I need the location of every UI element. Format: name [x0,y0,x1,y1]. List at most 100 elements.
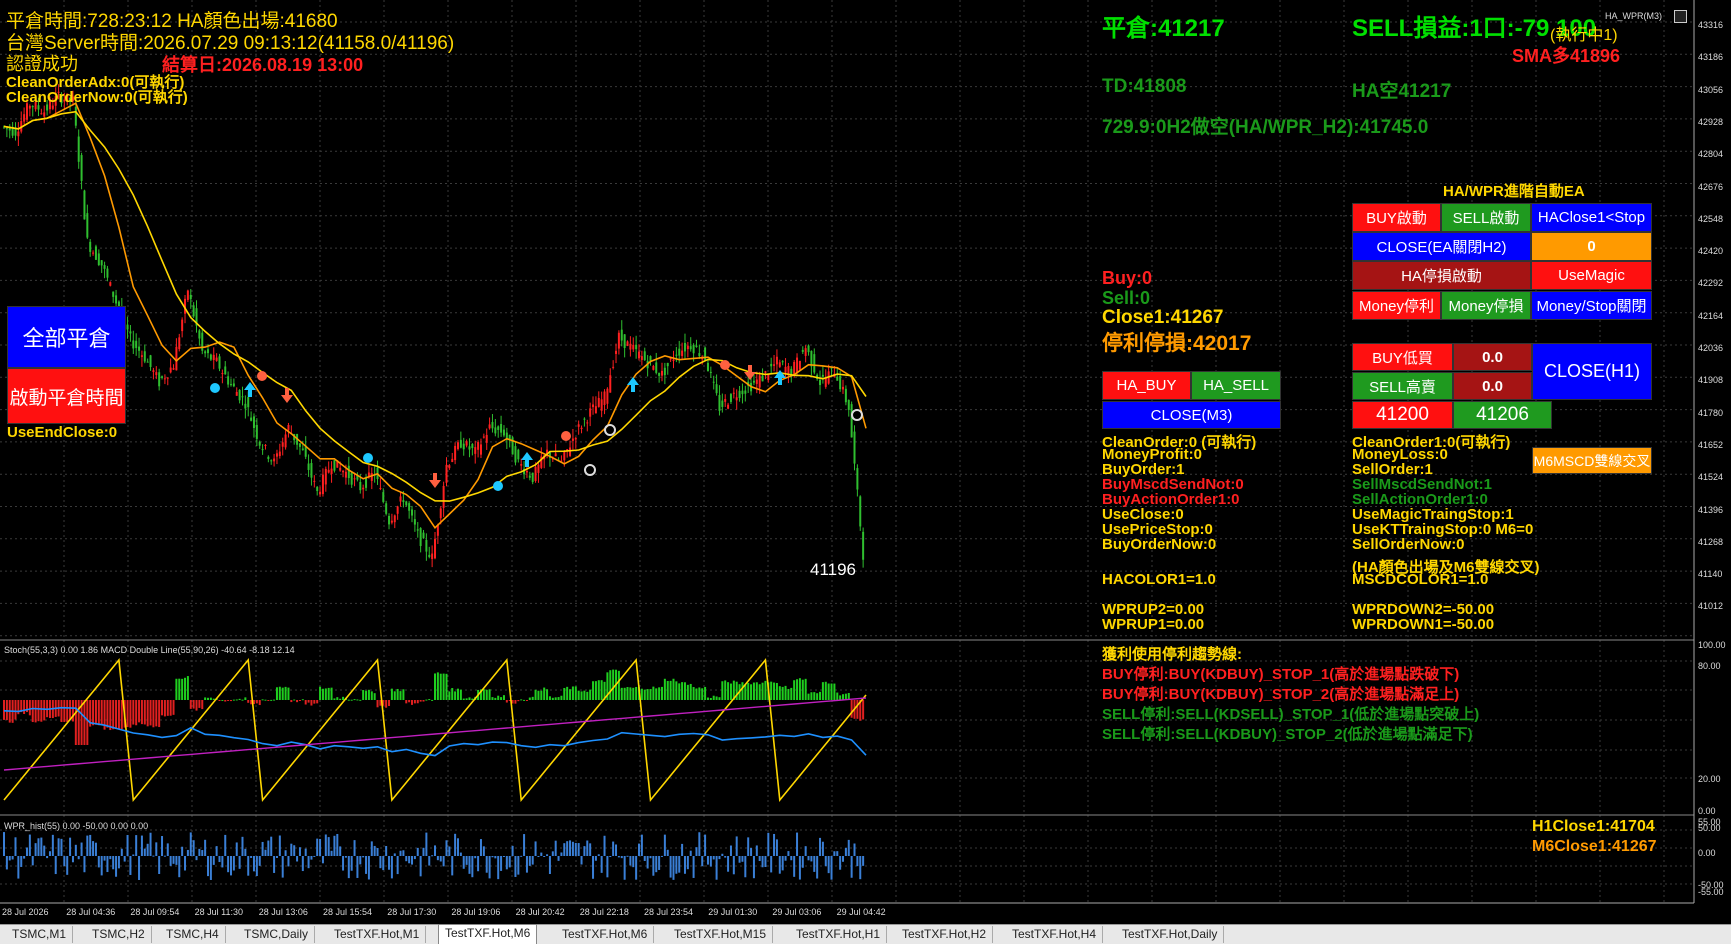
macd-histogram-bar [74,700,77,745]
chart-tab[interactable]: TSMC,Daily [238,926,316,943]
macd-histogram-bar [273,699,276,701]
macd-histogram-bar [517,700,520,702]
wpr-histogram-bar [34,843,37,856]
wpr-histogram-bar [709,856,712,867]
chart-tab[interactable]: TSMC,H4 [160,926,226,943]
wpr-histogram-bar [132,854,135,856]
close-h1-button[interactable]: CLOSE(H1) [1532,343,1652,400]
close-all-button[interactable]: 全部平倉 [7,306,126,368]
price-candle [77,136,80,162]
chart-tab[interactable]: TestTXF.Hot,M1 [328,926,427,943]
ea-zero-value[interactable]: 0 [1531,232,1652,261]
price-b-value[interactable]: 41206 [1453,401,1552,429]
sell-start-button[interactable]: SELL啟動 [1441,203,1531,232]
money-stop-close-button[interactable]: Money/Stop關閉 [1531,291,1652,320]
price-candle [658,372,661,376]
macd-histogram-bar [422,700,425,702]
wpr-histogram-bar [184,856,187,871]
wpr-histogram-bar [321,856,324,864]
wpr-histogram-bar [543,856,546,857]
macd-histogram-bar [459,689,462,700]
price-candle [715,384,718,394]
price-candle [632,344,635,350]
macd-histogram-bar [770,681,773,700]
ha-sell-button[interactable]: HA_SELL [1191,371,1281,400]
price-candle [589,408,592,417]
macd-histogram-bar [525,700,528,701]
wpr-histogram-bar [609,856,612,857]
buy-low-button[interactable]: BUY低買 [1352,343,1453,371]
chart-tab[interactable]: TestTXF.Hot,M6 [556,926,655,943]
price-candle [853,431,856,464]
macd-histogram-bar [494,697,497,700]
wpr-histogram-bar [247,856,250,876]
wpr-histogram-bar [658,856,661,870]
ha-stop-start-button[interactable]: HA停損啟動 [1352,261,1531,290]
close-m3-button[interactable]: CLOSE(M3) [1102,401,1281,429]
wpr-histogram-bar [399,850,402,856]
chart-tab[interactable]: TestTXF.Hot,Daily [1116,926,1225,943]
price-a-value[interactable]: 41200 [1352,401,1453,429]
wpr-histogram-bar [51,834,54,856]
price-candle [135,340,138,348]
price-candle [422,532,425,539]
buy-arrow-icon [521,452,533,467]
wpr-histogram-bar [431,855,434,857]
wpr-histogram-bar [261,841,264,856]
macd-histogram-bar [537,690,540,700]
ha-buy-button[interactable]: HA_BUY [1102,371,1191,400]
chart-tab[interactable]: TestTXF.Hot,H1 [790,926,888,943]
price-candle [666,362,669,367]
macd-histogram-bar [115,700,118,729]
buy-start-button[interactable]: BUY啟動 [1352,203,1441,232]
chart-tab[interactable]: TestTXF.Hot,H2 [896,926,994,943]
price-candle [396,506,399,514]
wpr-axis-tick: 50.00 [1698,823,1721,833]
sell-high-value[interactable]: 0.0 [1453,372,1532,400]
macd-histogram-bar [781,686,784,700]
price-candle [103,265,106,269]
macd-histogram-bar [43,700,46,721]
wpr-histogram-bar [94,842,97,856]
wpr-histogram-bar [810,856,813,862]
m6close-label: M6Close1:41267 [1532,838,1657,855]
chart-tab[interactable]: TSMC,M1 [6,926,73,943]
price-candle [606,388,609,404]
macd-histogram-bar [729,683,732,700]
wpr-histogram-bar [738,856,741,863]
wpr-histogram-bar [86,835,89,856]
m6-cross-button[interactable]: M6MSCD雙線交叉 [1532,447,1652,474]
price-candle [287,424,290,431]
close-ea-button[interactable]: CLOSE(EA關閉H2) [1352,232,1531,261]
price-candle [413,519,416,525]
chart-restore-icon[interactable] [1674,10,1687,23]
chart-tab[interactable]: TestTXF.Hot,M15 [668,926,774,943]
chart-canvas[interactable] [0,0,1731,924]
macd-histogram-bar [448,691,451,700]
money-stop-button[interactable]: Money停損 [1441,291,1531,320]
chart-tab[interactable]: TestTXF.Hot,M6 [438,924,538,944]
wpr-histogram-bar [683,856,686,874]
wpr-histogram-bar [778,856,781,874]
sell-high-button[interactable]: SELL高賣 [1352,372,1453,400]
start-close-time-button[interactable]: 啟動平倉時間 [7,368,126,424]
price-candle [244,403,247,409]
wpr-histogram-bar [379,856,382,869]
price-candle [752,380,755,383]
macd-histogram-bar [856,700,859,719]
chart-tab[interactable]: TestTXF.Hot,H4 [1006,926,1104,943]
wpr-histogram-bar [120,848,123,856]
buy-low-value[interactable]: 0.0 [1453,343,1532,371]
use-magic-button[interactable]: UseMagic [1531,261,1652,290]
haclose-stop-button[interactable]: HAClose1<Stop [1531,203,1652,232]
macd-histogram-bar [411,700,414,705]
price-candle [629,343,632,350]
chart-tab[interactable]: TSMC,H2 [86,926,152,943]
macd-histogram-bar [100,700,103,725]
wpr-histogram-bar [638,843,641,856]
wpr-histogram-bar [479,839,482,856]
price-candle [456,442,459,450]
money-profit-button[interactable]: Money停利 [1352,291,1441,320]
price-axis-tick: 43056 [1698,84,1724,95]
wpr-histogram-bar [362,856,365,858]
